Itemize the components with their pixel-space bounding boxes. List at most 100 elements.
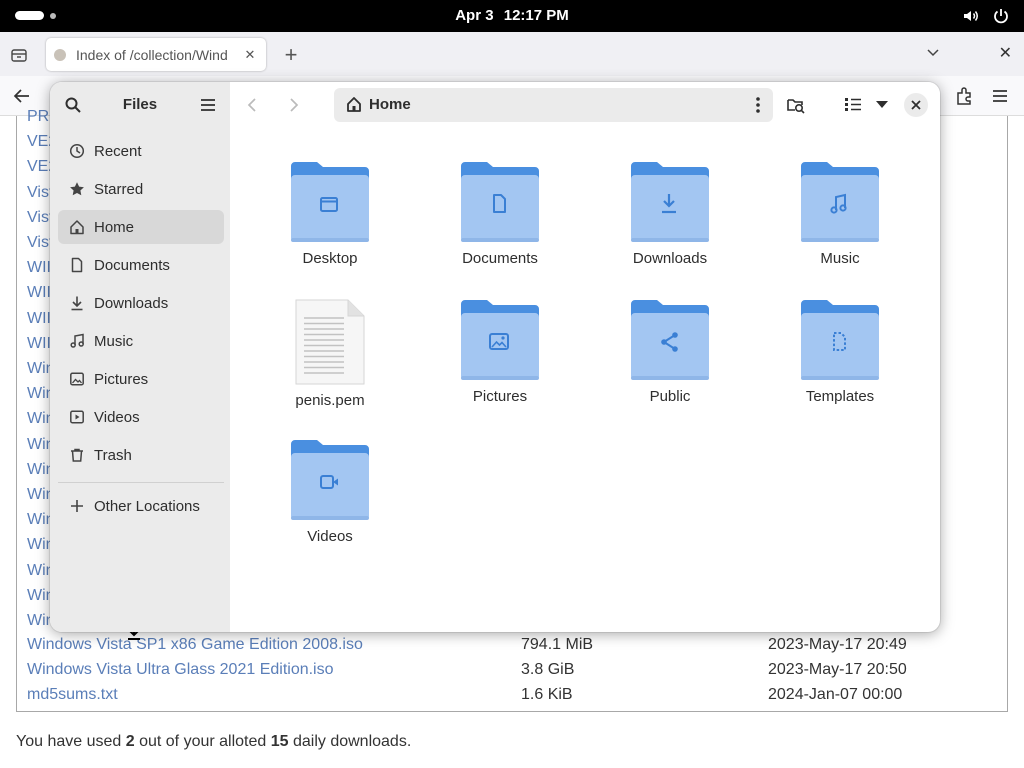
tab-close-icon[interactable]: ✕: [242, 47, 258, 63]
view-options-dropdown-icon[interactable]: [874, 96, 890, 117]
file-grid: Desktop Documents Downloads Music penis.pem P…: [230, 128, 940, 632]
sidebar-item-label: Pictures: [94, 370, 149, 388]
file-date: 2023-May-17 20:50: [768, 661, 907, 678]
share-folder-icon: [600, 298, 740, 382]
trash-icon: [68, 446, 86, 464]
sidebar-item-pictures[interactable]: Pictures: [58, 362, 224, 396]
sidebar-item-starred[interactable]: Starred: [58, 172, 224, 206]
file-link[interactable]: WII: [27, 259, 51, 277]
video-folder-icon: [260, 438, 400, 522]
folder-item-pictures[interactable]: Pictures: [430, 298, 570, 405]
folder-item-public[interactable]: Public: [600, 298, 740, 405]
download-folder-icon: [600, 160, 740, 244]
file-date: 2024-Jan-07 00:00: [768, 686, 903, 703]
folder-item-desktop[interactable]: Desktop: [260, 160, 400, 267]
star-icon: [68, 180, 86, 198]
list-all-tabs-chevron-icon[interactable]: [926, 45, 940, 63]
sidebar-item-downloads[interactable]: Downloads: [58, 286, 224, 320]
music-icon: [68, 332, 86, 350]
folder-item-music[interactable]: Music: [770, 160, 910, 267]
files-sidebar: Files Recent Starred Home Documents Download…: [50, 82, 230, 632]
home-icon: [346, 96, 362, 118]
sidebar-item-recent[interactable]: Recent: [58, 134, 224, 168]
power-icon: [994, 9, 1008, 24]
sidebar-item-label: Starred: [94, 180, 144, 198]
favicon-icon: [54, 48, 66, 61]
browser-tab[interactable]: Index of /collection/Wind ✕: [46, 38, 266, 71]
plus-icon: [68, 497, 86, 515]
file-date: 2023-May-17 20:49: [768, 636, 907, 653]
music-folder-icon: [770, 160, 910, 244]
location-path-bar[interactable]: Home: [334, 88, 773, 122]
clock-time: 12:17 PM: [503, 7, 569, 24]
item-name: Music: [820, 250, 860, 267]
sidebar-item-label: Home: [94, 218, 135, 236]
forward-chevron-icon[interactable]: [284, 96, 302, 119]
template-folder-icon: [770, 298, 910, 382]
file-link[interactable]: WII: [27, 310, 51, 328]
item-name: Pictures: [472, 388, 528, 405]
table-row: md5sums.txt 1.6 KiB 2024-Jan-07 00:00: [27, 686, 997, 708]
document-icon: [68, 256, 86, 274]
folder-item-videos[interactable]: Videos: [260, 438, 400, 545]
file-link[interactable]: Windows Vista SP1 x86 Game Edition 2008.…: [27, 636, 363, 654]
sidebar-item-label: Music: [94, 332, 134, 350]
quota-total: 15: [270, 733, 289, 750]
back-chevron-icon[interactable]: [244, 96, 262, 119]
extensions-icon[interactable]: [954, 86, 974, 111]
clock-date: Apr 3: [455, 7, 494, 24]
quota-text: out of your alloted: [134, 733, 271, 750]
kebab-menu-icon[interactable]: [755, 96, 761, 119]
item-name: Templates: [805, 388, 875, 405]
file-link[interactable]: PR: [27, 108, 49, 126]
sidebar-item-home[interactable]: Home: [58, 210, 224, 244]
hamburger-menu-icon[interactable]: [200, 97, 216, 118]
tab-list-icon[interactable]: [8, 44, 30, 66]
files-window: Files Recent Starred Home Documents Download…: [50, 82, 940, 632]
sidebar-item-label: Documents: [94, 256, 170, 274]
item-name: Videos: [307, 528, 353, 545]
volume-icon: [964, 11, 978, 21]
close-icon[interactable]: [904, 93, 928, 117]
folder-search-icon[interactable]: [786, 95, 806, 120]
sidebar-item-other-locations[interactable]: Other Locations: [58, 489, 224, 523]
file-link[interactable]: md5sums.txt: [27, 686, 118, 704]
sidebar-item-documents[interactable]: Documents: [58, 248, 224, 282]
sidebar-item-trash[interactable]: Trash: [58, 438, 224, 472]
clock[interactable]: Apr 3 12:17 PM: [0, 0, 1024, 32]
file-size: 794.1 MiB: [521, 636, 594, 653]
folder-item-templates[interactable]: Templates: [770, 298, 910, 405]
document-folder-icon: [430, 160, 570, 244]
download-icon: [68, 294, 86, 312]
sidebar-item-label: Downloads: [94, 294, 169, 312]
sidebar-item-music[interactable]: Music: [58, 324, 224, 358]
item-name: Desktop: [302, 250, 358, 267]
new-tab-button[interactable]: +: [281, 42, 301, 68]
item-name: Documents: [462, 250, 538, 267]
sidebar-item-label: Trash: [94, 446, 132, 464]
home-icon: [68, 218, 86, 236]
system-menu[interactable]: [962, 7, 1010, 25]
window-close-button[interactable]: ✕: [999, 43, 1012, 63]
file-link[interactable]: WII: [27, 335, 51, 353]
file-size: 3.8 GiB: [521, 661, 575, 678]
quota-used: 2: [125, 733, 135, 750]
item-name: penis.pem: [295, 392, 365, 409]
picture-icon: [68, 370, 86, 388]
quota-text: daily downloads.: [288, 733, 412, 750]
sidebar-item-label: Other Locations: [94, 497, 200, 515]
files-header-bar: Home: [230, 82, 940, 128]
hamburger-menu-icon[interactable]: [990, 86, 1010, 111]
tab-title: Index of /collection/Wind: [76, 46, 228, 63]
folder-item-downloads[interactable]: Downloads: [600, 160, 740, 267]
file-link[interactable]: Windows Vista Ultra Glass 2021 Edition.i…: [27, 661, 334, 679]
list-view-icon[interactable]: [844, 96, 862, 117]
folder-item-documents[interactable]: Documents: [430, 160, 570, 267]
sidebar-header: Files: [50, 82, 230, 128]
file-link[interactable]: WII: [27, 284, 51, 302]
sidebar-item-videos[interactable]: Videos: [58, 400, 224, 434]
file-item-penis-pem[interactable]: penis.pem: [260, 298, 400, 409]
table-row: Windows Vista Ultra Glass 2021 Edition.i…: [27, 661, 997, 683]
quota-text: You have used: [16, 733, 126, 750]
picture-folder-icon: [430, 298, 570, 382]
